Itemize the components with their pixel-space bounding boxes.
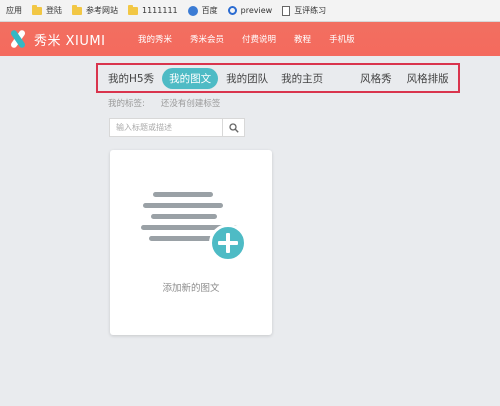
nav-pricing[interactable]: 付费说明 xyxy=(242,33,276,45)
bookmark-login[interactable]: 登陆 xyxy=(32,4,62,16)
search-box xyxy=(109,118,245,137)
bookmark-baidu-label: 百度 xyxy=(201,6,218,15)
ring-icon xyxy=(227,6,237,15)
search-input[interactable] xyxy=(110,122,223,133)
logo[interactable]: 秀米 XIUMI xyxy=(0,29,128,49)
tab-my-team[interactable]: 我的团队 xyxy=(226,71,268,86)
add-plus-icon xyxy=(209,224,247,262)
top-header: 秀米 XIUMI 我的秀米 秀米会员 付费说明 教程 手机版 xyxy=(0,22,500,56)
bookmarks-bar: 应用 登陆 参考网站 1111111 百度 preview 互评练习 xyxy=(0,0,500,22)
tab-my-articles[interactable]: 我的图文 xyxy=(162,67,219,89)
add-article-label: 添加新的图文 xyxy=(162,283,220,294)
bookmark-apps[interactable]: 应用 xyxy=(6,5,22,16)
bookmark-reference-label: 参考网站 xyxy=(86,6,118,15)
top-nav: 我的秀米 秀米会员 付费说明 教程 手机版 xyxy=(138,33,355,45)
tab-style-show[interactable]: 风格秀 xyxy=(360,71,392,86)
search-icon xyxy=(229,122,239,133)
page-icon xyxy=(282,5,291,16)
search-button[interactable] xyxy=(222,119,244,136)
tab-style-layout[interactable]: 风格排版 xyxy=(407,71,449,86)
nav-mobile[interactable]: 手机版 xyxy=(329,33,355,45)
tab-my-h5[interactable]: 我的H5秀 xyxy=(108,71,154,86)
folder-icon xyxy=(72,4,82,15)
baidu-paw-icon xyxy=(187,5,198,16)
tab-bar: 我的H5秀 我的图文 我的团队 我的主页 风格秀 风格排版 xyxy=(96,63,460,93)
add-article-card[interactable]: 添加新的图文 xyxy=(110,150,272,335)
bookmark-baidu[interactable]: 百度 xyxy=(187,5,218,16)
nav-membership[interactable]: 秀米会员 xyxy=(190,33,224,45)
bookmark-preview[interactable]: preview xyxy=(227,6,273,15)
bookmark-1111111-label: 1111111 xyxy=(142,6,178,15)
bookmark-peer-review[interactable]: 互评练习 xyxy=(282,5,326,16)
tags-empty-text: 还没有创建标签 xyxy=(160,99,221,109)
tags-title: 我的标签: xyxy=(108,99,145,109)
bookmark-login-label: 登陆 xyxy=(46,6,62,15)
nav-tutorials[interactable]: 教程 xyxy=(294,33,311,45)
nav-my-xiumi[interactable]: 我的秀米 xyxy=(138,33,172,45)
tags-row: 我的标签: 还没有创建标签 xyxy=(108,97,220,109)
folder-icon xyxy=(32,4,42,15)
logo-text: 秀米 XIUMI xyxy=(34,33,106,49)
bookmark-peer-review-label: 互评练习 xyxy=(294,6,327,15)
bookmark-apps-label: 应用 xyxy=(6,6,22,15)
tab-my-homepage[interactable]: 我的主页 xyxy=(281,71,323,86)
bookmark-reference[interactable]: 参考网站 xyxy=(72,4,118,16)
folder-icon xyxy=(128,4,138,15)
bookmark-preview-label: preview xyxy=(240,6,273,15)
xiumi-logo-icon xyxy=(8,29,28,49)
bookmark-1111111[interactable]: 1111111 xyxy=(128,4,178,15)
